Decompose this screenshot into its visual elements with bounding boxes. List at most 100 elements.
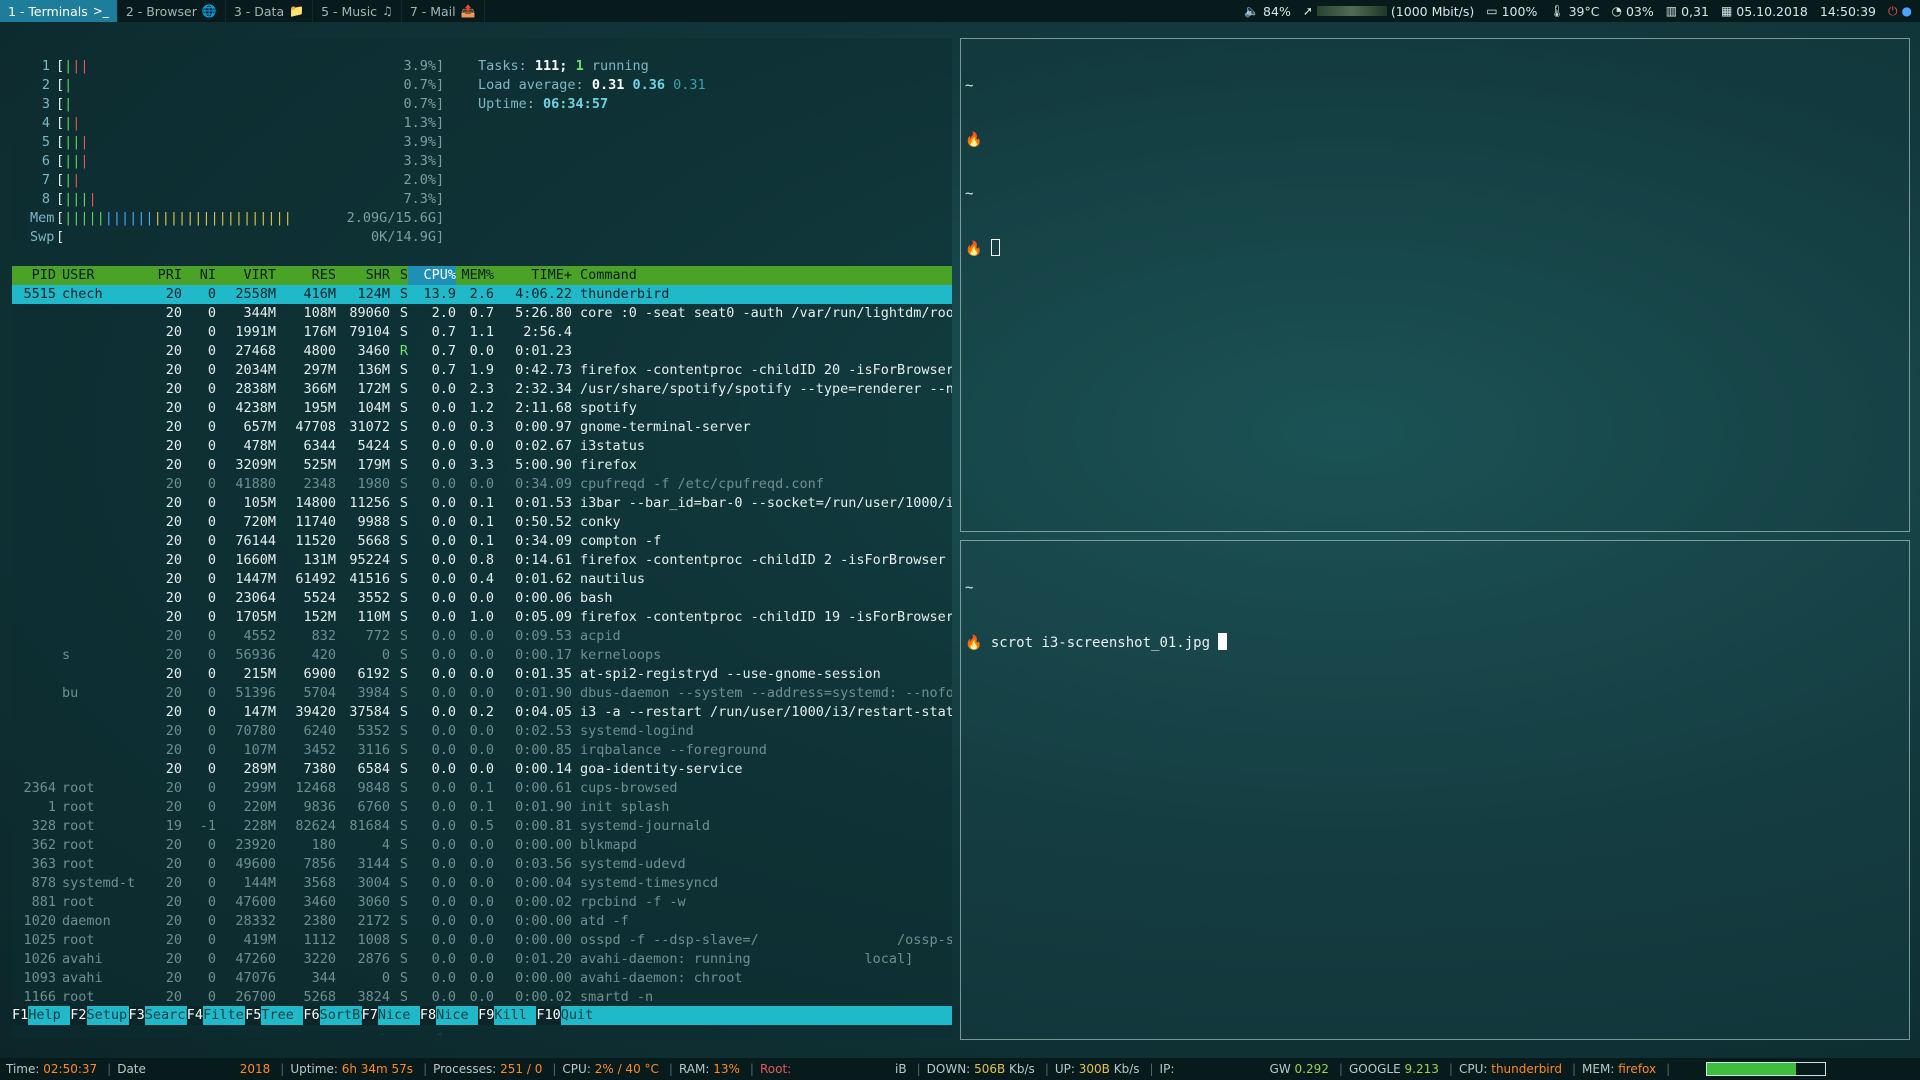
workspace-5-music[interactable]: 5 - Music ♫ <box>313 0 402 22</box>
tray-icons[interactable]: ⏻ ● <box>1888 4 1912 19</box>
process-row[interactable]: 20 0 23064 5524 3552 S 0.0 0.0 0:00.06 bash <box>12 589 952 608</box>
htop-terminal[interactable]: 1[||| 3.9%] 2[| 0.7%] 3[| 0.7%] 4[|| 1.3%] 5… <box>12 38 952 1042</box>
cell-shr: 0 <box>381 970 390 986</box>
cell-s: S <box>399 438 408 454</box>
process-row[interactable]: 2364 root 20 0 299M 12468 9848 S 0.0 0.1 0:00.61 cu… <box>12 779 952 798</box>
process-row[interactable]: 20 0 4238M 195M 104M S 0.0 1.2 2:11.68 spotify <box>12 399 952 418</box>
process-row[interactable]: 20 0 1991M 176M 79104 S 0.7 1.1 2:56.4 <box>12 323 952 342</box>
process-row[interactable]: 20 0 1660M 131M 95224 S 0.0 0.8 0:14.61 firefox -… <box>12 551 952 570</box>
cell-pid: 878 <box>31 875 56 891</box>
process-row[interactable]: 1020 daemon 20 0 28332 2380 2172 S 0.0 0.0 0:00.00… <box>12 912 952 931</box>
process-row[interactable]: 878 systemd-t 20 0 144M 3568 3004 S 0.0 0.0 0:00.0… <box>12 874 952 893</box>
process-row[interactable]: 1025 root 20 0 419M 1112 1008 S 0.0 0.0 0:00.00 oss… <box>12 931 952 950</box>
update-icon[interactable]: ● <box>1902 4 1912 18</box>
column-shr[interactable]: SHR <box>336 266 390 285</box>
cell-time: 0:00.02 <box>515 894 572 910</box>
cell-pid <box>12 361 56 380</box>
cell-cpu: 0.0 <box>431 875 456 891</box>
process-row[interactable]: 20 0 289M 7380 6584 S 0.0 0.0 0:00.14 goa-identit… <box>12 760 952 779</box>
column-pid[interactable]: PID <box>12 266 56 285</box>
process-row[interactable]: 1 root 20 0 220M 9836 6760 S 0.0 0.1 0:01.90 init s… <box>12 798 952 817</box>
process-row[interactable]: bu 20 0 51396 5704 3984 S 0.0 0.0 0:01.90 dbus-dae… <box>12 684 952 703</box>
column-time[interactable]: TIME+ <box>494 266 572 285</box>
column-virt[interactable]: VIRT <box>216 266 276 285</box>
fkey-sortby-button[interactable]: F6 SortBy <box>303 1006 368 1025</box>
speaker-icon: 🔈 <box>1244 4 1260 18</box>
process-row[interactable]: 20 0 4552 832 772 S 0.0 0.0 0:09.53 acpid <box>12 627 952 646</box>
process-row[interactable]: 328 root 19 -1 228M 82624 81684 S 0.0 0.5 0:00.81 s… <box>12 817 952 836</box>
column-ni[interactable]: NI <box>182 266 216 285</box>
cell-virt: 4552 <box>243 628 276 644</box>
bottom-top-cpu-proc: thunderbird <box>1491 1062 1562 1076</box>
cell-cmd: goa-identity-service <box>580 761 743 777</box>
fkey-bar-fill <box>602 1006 952 1025</box>
cell-user <box>56 418 140 437</box>
cell-shr: 95224 <box>349 552 390 568</box>
process-row-selected[interactable]: 5515 chech 20 0 2558M 416M 124M S 13.9 2.6 4:06.22… <box>12 285 952 304</box>
process-row[interactable]: 20 0 1447M 61492 41516 S 0.0 0.4 0:01.62 nautilus <box>12 570 952 589</box>
process-row[interactable]: 20 0 215M 6900 6192 S 0.0 0.0 0:01.35 at-spi2-reg… <box>12 665 952 684</box>
workspace-7-mail[interactable]: 7 - Mail 📤 <box>402 0 485 22</box>
fkey-search-button[interactable]: F3 Search <box>128 1006 194 1025</box>
terminal-top-right[interactable]: ~ 🔥 ~ 🔥 <box>960 38 1910 532</box>
cell-s: S <box>399 457 408 473</box>
process-row[interactable]: 20 0 70780 6240 5352 S 0.0 0.0 0:02.53 systemd-lo… <box>12 722 952 741</box>
process-row[interactable]: 20 0 41880 2348 1980 S 0.0 0.0 0:34.09 cpufreqd -… <box>12 475 952 494</box>
process-row[interactable]: 1026 avahi 20 0 47260 3220 2876 S 0.0 0.0 0:01.20 a… <box>12 950 952 969</box>
process-row[interactable]: 1093 avahi 20 0 47076 344 0 S 0.0 0.0 0:00.00 avahi… <box>12 969 952 988</box>
process-row[interactable]: 362 root 20 0 23920 180 4 S 0.0 0.0 0:00.00 blkmapd <box>12 836 952 855</box>
process-row[interactable]: 20 0 76144 11520 5668 S 0.0 0.1 0:34.09 compton -… <box>12 532 952 551</box>
cell-virt: 4238M <box>235 400 276 416</box>
fkey-help-button[interactable]: F1 Help <box>12 1006 71 1025</box>
process-row[interactable]: 20 0 2838M 366M 172M S 0.0 2.3 2:32.34/usr/share… <box>12 380 952 399</box>
mem-meter: Mem[|||||||||||||||||||||||||||| 2.09G/15… <box>30 210 445 226</box>
column-command[interactable]: Command <box>572 266 952 285</box>
process-row[interactable]: 881 root 20 0 47600 3460 3060 S 0.0 0.0 0:00.02 rpc… <box>12 893 952 912</box>
process-row[interactable]: 20 0 105M 14800 11256 S 0.0 0.1 0:01.53 i3bar --b… <box>12 494 952 513</box>
column-state[interactable]: S <box>390 266 408 285</box>
process-row[interactable]: 1166 root 20 0 26700 5268 3824 S 0.0 0.0 0:00.02 sm… <box>12 988 952 1007</box>
process-row[interactable]: 20 0 27468 4800 3460 R 0.7 0.0 0:01.23 <box>12 342 952 361</box>
workspace-2-browser[interactable]: 2 - Browser 🌐 <box>118 0 226 22</box>
cell-s: S <box>399 286 408 302</box>
process-row[interactable]: 363 root 20 0 49600 7856 3144 S 0.0 0.0 0:03.56 sys… <box>12 855 952 874</box>
column-cpu[interactable]: CPU% <box>408 266 456 285</box>
cell-cpu: 0.0 <box>431 609 456 625</box>
process-row[interactable]: 20 0 720M 11740 9988 S 0.0 0.1 0:50.52 conky <box>12 513 952 532</box>
cell-shr: 104M <box>357 400 390 416</box>
process-row[interactable]: 20 0 344M 108M 89060 S 2.0 0.7 5:26.80 core :0 -s… <box>12 304 952 323</box>
fkey-tree-button[interactable]: F5 Tree <box>245 1006 304 1025</box>
process-row[interactable]: 20 0 1705M 152M 110M S 0.0 1.0 0:05.09 firefox -c… <box>12 608 952 627</box>
status-area: 🔈 84% ➚ (1000 Mbit/s) ▭ 100% 🌡 39°C ◔ 03% ▥ 0,… <box>1244 4 1920 19</box>
process-row[interactable]: 20 0 2034M 297M 136M S 0.7 1.9 0:42.73 firefox -c… <box>12 361 952 380</box>
swap-meter: Swp[0K/14.9G] <box>30 229 445 245</box>
process-row[interactable]: 20 0 478M 6344 5424 S 0.0 0.0 0:02.67 i3status <box>12 437 952 456</box>
workspace-1-terminals[interactable]: 1 - Terminals >_ <box>0 0 118 22</box>
process-row[interactable]: 20 0 657M 47708 31072 S 0.0 0.3 0:00.97 gnome-ter… <box>12 418 952 437</box>
fkey-quit-button[interactable]: F10 Quit <box>536 1006 603 1025</box>
fkey-filter-button[interactable]: F4 Filter <box>186 1006 252 1025</box>
cell-mem: 0.0 <box>469 476 494 492</box>
cell-cmd: /usr/share/spotify/spotify --type=render… <box>580 381 952 397</box>
cpu-meter: 5[||| 3.9%] <box>41 134 445 150</box>
fkey-key: F3 <box>128 1006 145 1025</box>
column-res[interactable]: RES <box>276 266 336 285</box>
fkey-nice-button[interactable]: F8 Nice + <box>419 1006 479 1042</box>
fkey-setup-button[interactable]: F2 Setup <box>70 1006 129 1025</box>
cell-res: 6344 <box>303 438 336 454</box>
terminal-bottom-right[interactable]: ~ 🔥 scrot i3-screenshot_01.jpg <box>960 540 1910 1040</box>
column-user[interactable]: USER <box>56 266 140 285</box>
process-row[interactable]: 20 0 107M 3452 3116 S 0.0 0.0 0:00.85 irqbalance … <box>12 741 952 760</box>
workspace-3-data[interactable]: 3 - Data 📁 <box>226 0 314 22</box>
column-mem[interactable]: MEM% <box>456 266 494 285</box>
process-row[interactable]: 20 0 147M 39420 37584 S 0.0 0.2 0:04.05 i3 -a --r… <box>12 703 952 722</box>
process-row[interactable]: 20 0 3209M 525M 179M S 0.0 3.3 5:00.90 firefox <box>12 456 952 475</box>
volume-status[interactable]: 🔈 84% <box>1244 4 1291 19</box>
cell-pid: 1020 <box>23 913 56 929</box>
process-row[interactable]: s 20 0 56936 420 0 S 0.0 0.0 0:00.17 kerneloops <box>12 646 952 665</box>
fkey-kill-button[interactable]: F9 Kill <box>478 1006 537 1025</box>
power-icon[interactable]: ⏻ <box>1888 4 1898 19</box>
cell-pid <box>12 665 56 684</box>
fkey-nice-button[interactable]: F7 Nice - <box>361 1006 420 1042</box>
column-pri[interactable]: PRI <box>140 266 182 285</box>
